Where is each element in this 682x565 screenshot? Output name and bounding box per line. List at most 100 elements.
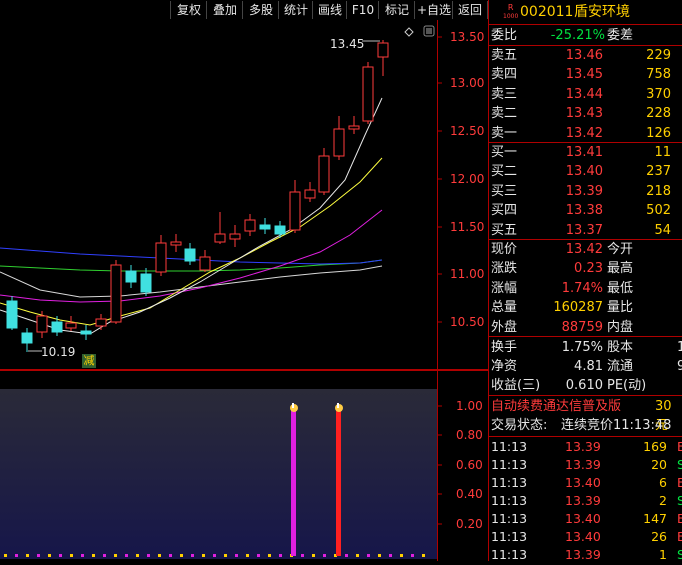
tick-time: 11:13 xyxy=(491,547,528,562)
buy-row[interactable]: 买一 13.41 11 xyxy=(489,143,682,162)
buy-price: 13.38 xyxy=(565,203,603,219)
indicator-dot xyxy=(26,554,29,557)
indicator-dot xyxy=(411,554,414,557)
indicator-dot xyxy=(169,554,172,557)
quote-value: 0.23 xyxy=(574,261,603,277)
sell-row[interactable]: 卖四 13.45 758 xyxy=(489,65,682,84)
tick-time: 11:13 xyxy=(491,439,528,454)
chart-toolbar: 复权 叠加 多股 统计 画线 F10 标记 +自选 返回 xyxy=(0,0,488,20)
statistics-button[interactable]: 统计 xyxy=(278,1,313,19)
sell-row[interactable]: 卖一 13.42 126 xyxy=(489,124,682,143)
quote-row: 总量 160287 量比 xyxy=(489,298,682,317)
candle-body[interactable] xyxy=(36,315,48,333)
quote-value: 88759 xyxy=(561,319,603,335)
candle-body[interactable] xyxy=(21,332,33,344)
high-price-label: 13.45 xyxy=(330,37,365,51)
stat-extra: 1 xyxy=(677,340,682,355)
f10-button[interactable]: F10 xyxy=(346,1,379,19)
tick-price: 13.40 xyxy=(565,475,601,490)
candle-body[interactable] xyxy=(304,189,316,199)
fuquan-button[interactable]: 复权 xyxy=(170,1,207,19)
indicator-dot xyxy=(246,554,249,557)
back-button[interactable]: 返回 xyxy=(452,1,488,19)
indicator-dot xyxy=(257,554,260,557)
sell-row[interactable]: 卖五 13.46 229 xyxy=(489,46,682,65)
stat-row: 换手 1.75% 股本 1 xyxy=(489,338,682,357)
indicator-dot xyxy=(202,554,205,557)
indicator-dot xyxy=(48,554,51,557)
candle-body[interactable] xyxy=(140,273,152,293)
sell-price: 13.43 xyxy=(565,106,603,122)
candle-body[interactable] xyxy=(214,233,226,243)
draw-line-button[interactable]: 画线 xyxy=(312,1,347,19)
buy-price: 13.37 xyxy=(565,222,603,238)
stat-label2: 股本 xyxy=(607,340,634,355)
candle-body[interactable] xyxy=(377,42,389,58)
candle-body[interactable] xyxy=(125,270,137,283)
candle-body[interactable] xyxy=(348,125,360,130)
tick-flag: S xyxy=(677,457,682,472)
candle-body[interactable] xyxy=(244,219,256,232)
candle-body[interactable] xyxy=(6,300,18,329)
tick-row: 11:13 13.39 2 S xyxy=(489,492,682,510)
quote-value: 13.42 xyxy=(565,242,603,257)
quote-row: 现价 13.42 今开 xyxy=(489,240,682,259)
candle-body[interactable] xyxy=(289,191,301,231)
candle-body[interactable] xyxy=(229,233,241,240)
tick-flag: B xyxy=(677,475,682,490)
candle-body[interactable] xyxy=(318,155,330,193)
buy-label: 买五 xyxy=(491,222,518,238)
candle-body[interactable] xyxy=(199,256,211,271)
candle-body[interactable] xyxy=(65,322,77,329)
reduce-marker[interactable]: 减 xyxy=(82,354,96,368)
sell-volume: 229 xyxy=(646,48,671,63)
signal-bar-red xyxy=(336,408,341,556)
tick-flag: B xyxy=(677,511,682,526)
buy-row[interactable]: 买四 13.38 502 xyxy=(489,201,682,220)
candle-body[interactable] xyxy=(333,128,345,157)
sell-label: 卖五 xyxy=(491,48,518,63)
kline-chart[interactable]: 13.45 10.19 减 13.50 13.00 12.50 12.00 11.50 1… xyxy=(0,20,488,370)
price-tick-label: 12.50 xyxy=(450,124,485,138)
indicator-dot xyxy=(158,554,161,557)
buy-volume: 11 xyxy=(654,145,671,160)
candle-body[interactable] xyxy=(110,264,122,323)
candle-body[interactable] xyxy=(51,321,63,333)
quote-label: 涨跌 xyxy=(491,261,518,277)
candle-body[interactable] xyxy=(274,225,286,235)
tick-row: 11:13 13.40 6 B xyxy=(489,474,682,492)
candle-body[interactable] xyxy=(184,248,196,262)
quote-label: 总量 xyxy=(491,300,518,316)
indicator-chart[interactable]: 1.00 0.80 0.60 0.40 0.20 xyxy=(0,370,488,561)
overlay-button[interactable]: 叠加 xyxy=(206,1,243,19)
tick-volume: 26 xyxy=(651,529,667,544)
mark-button[interactable]: 标记 xyxy=(378,1,415,19)
buy-row[interactable]: 买三 13.39 218 xyxy=(489,182,682,201)
promo-row[interactable]: 自动续费通达信普及版 30元 xyxy=(489,397,682,433)
diamond-icon[interactable] xyxy=(404,27,414,37)
multi-stock-button[interactable]: 多股 xyxy=(242,1,279,19)
buy-row[interactable]: 买二 13.40 237 xyxy=(489,162,682,181)
sell-price: 13.44 xyxy=(565,86,603,102)
tick-flag: S xyxy=(677,547,682,562)
sell-row[interactable]: 卖二 13.43 228 xyxy=(489,104,682,123)
add-watchlist-button[interactable]: +自选 xyxy=(414,1,453,19)
quote-value: 1.74% xyxy=(561,280,603,296)
candle-body[interactable] xyxy=(80,330,92,335)
sell-price: 13.45 xyxy=(565,67,603,83)
kline-svg xyxy=(0,20,488,370)
indicator-dot xyxy=(422,554,425,557)
stat-label2: 流通 xyxy=(607,359,634,375)
tick-volume: 147 xyxy=(643,511,667,526)
stock-badge: R 1000 xyxy=(503,3,519,20)
candle-body[interactable] xyxy=(170,241,182,246)
sell-row[interactable]: 卖三 13.44 370 xyxy=(489,85,682,104)
indicator-background xyxy=(0,389,437,559)
candle-body[interactable] xyxy=(95,318,107,327)
candle-body[interactable] xyxy=(259,224,271,230)
quote-label2: 今开 xyxy=(607,242,634,257)
candle-body[interactable] xyxy=(362,66,374,122)
buy-row[interactable]: 买五 13.37 54 xyxy=(489,221,682,240)
indicator-dot xyxy=(136,554,139,557)
candle-body[interactable] xyxy=(155,242,167,273)
